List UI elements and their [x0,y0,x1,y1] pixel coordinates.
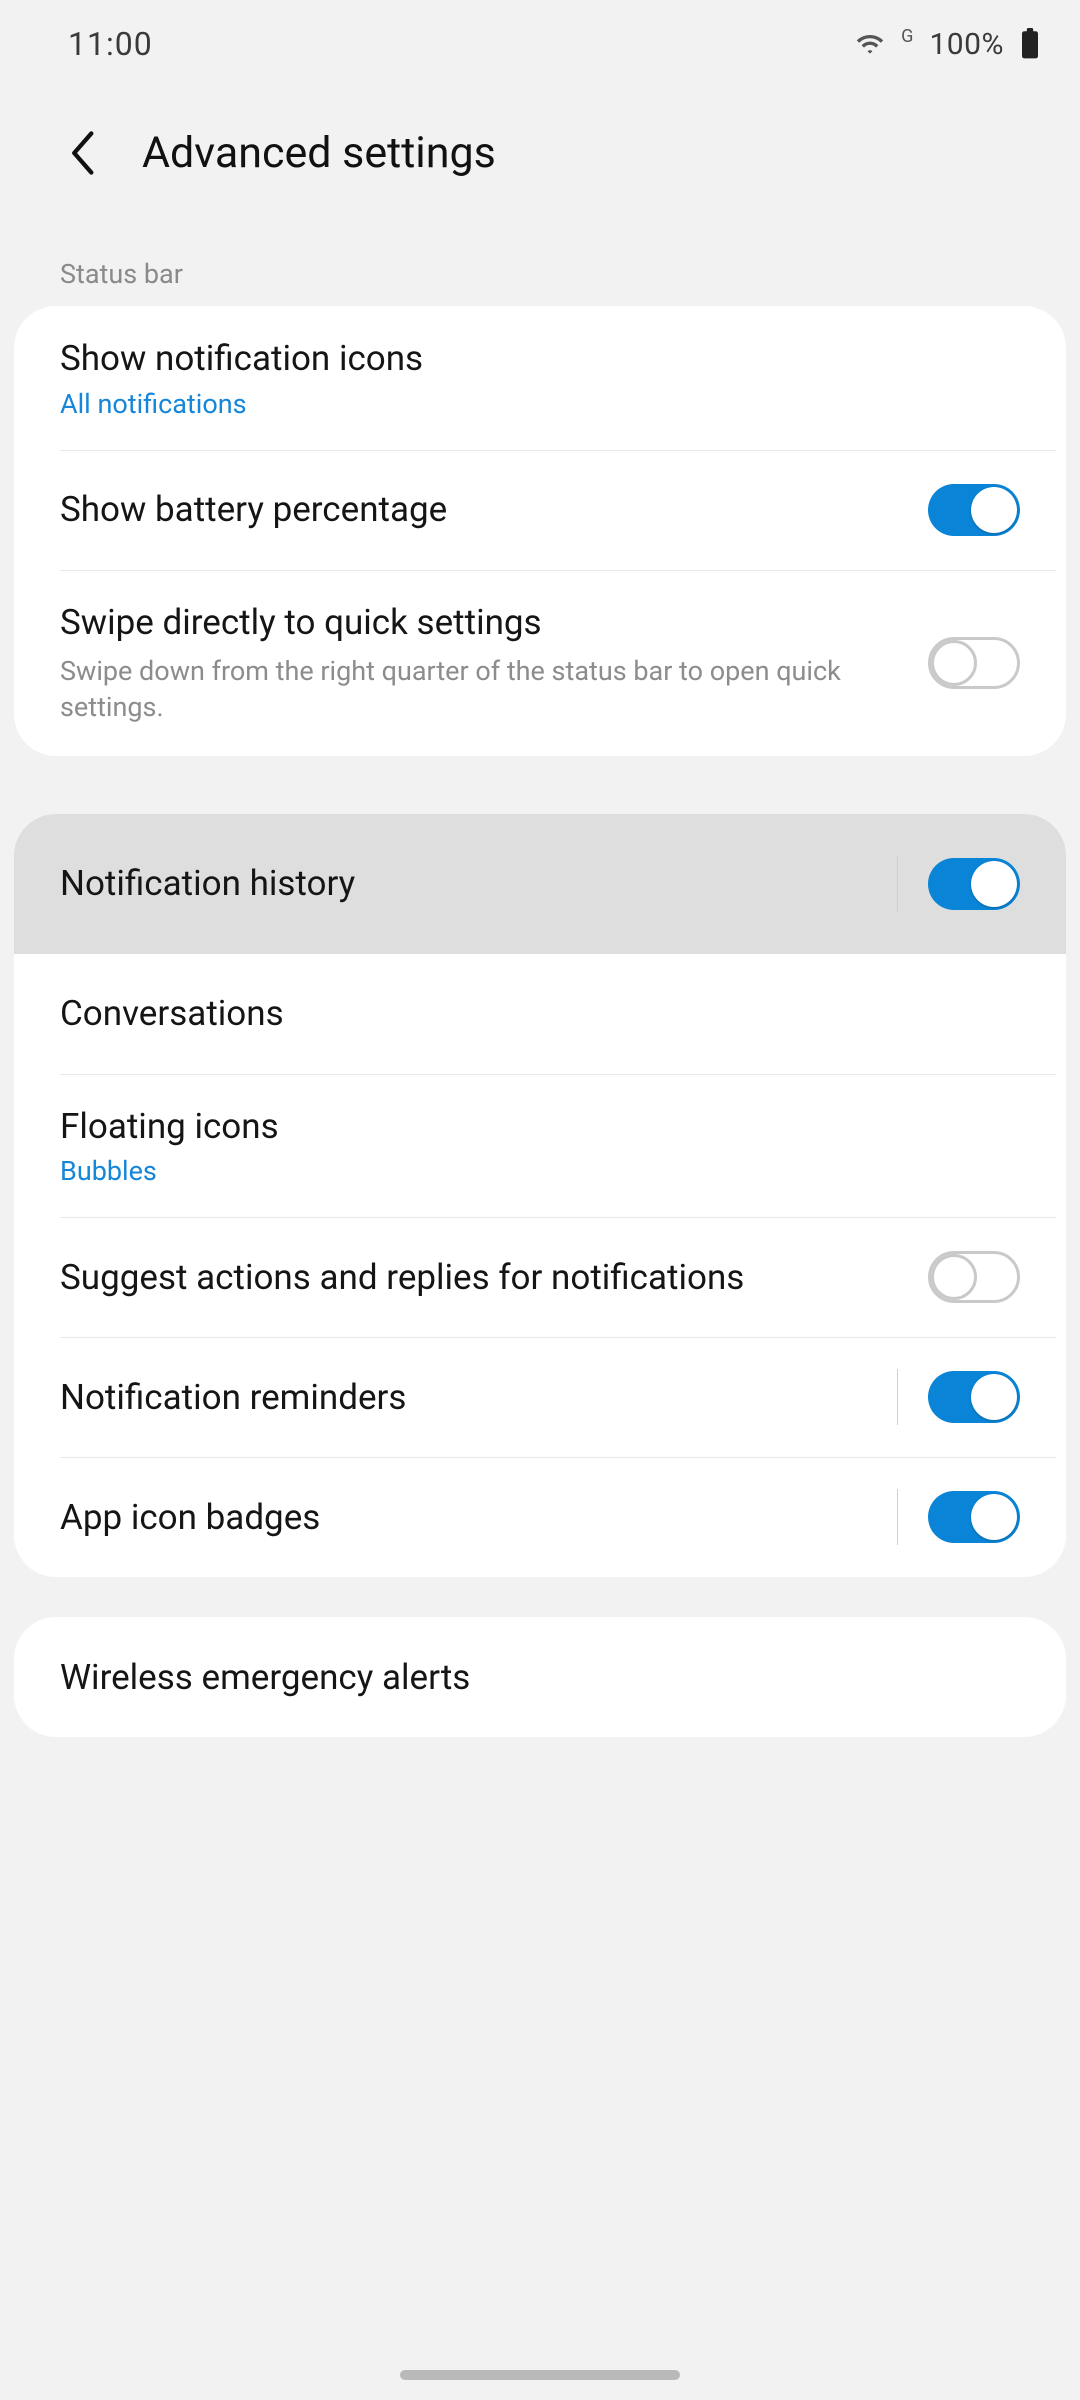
row-title: Conversations [60,991,1000,1037]
row-title: App icon badges [60,1495,867,1541]
row-swipe-quick-settings[interactable]: Swipe directly to quick settings Swipe d… [14,570,1066,756]
row-notification-history[interactable]: Notification history [14,814,1066,954]
card-notifications-highlight: Notification history [14,814,1066,954]
row-description: Swipe down from the right quarter of the… [60,653,908,726]
toggle-notification-reminders[interactable] [928,1371,1020,1423]
toggle-suggest-actions[interactable] [928,1251,1020,1303]
status-bar: 11:00 G 100% [0,0,1080,88]
row-app-icon-badges[interactable]: App icon badges [14,1457,1066,1577]
row-title: Notification history [60,861,867,907]
row-title: Show battery percentage [60,487,908,533]
row-show-battery-percentage[interactable]: Show battery percentage [14,450,1066,570]
row-title: Show notification icons [60,336,1000,382]
card-emergency: Wireless emergency alerts [14,1617,1066,1737]
row-title: Floating icons [60,1104,1000,1150]
page-title: Advanced settings [142,128,496,178]
battery-icon [1020,28,1040,60]
gesture-nav-handle[interactable] [400,2370,680,2380]
battery-percentage-text: 100% [929,27,1004,62]
toggle-app-icon-badges[interactable] [928,1491,1020,1543]
row-subtitle: All notifications [60,388,1000,420]
vertical-separator [897,1489,898,1545]
toggle-show-battery-percentage[interactable] [928,484,1020,536]
row-notification-reminders[interactable]: Notification reminders [14,1337,1066,1457]
row-show-notification-icons[interactable]: Show notification icons All notification… [14,306,1066,450]
row-floating-icons[interactable]: Floating icons Bubbles [14,1074,1066,1218]
card-status-bar: Show notification icons All notification… [14,306,1066,756]
section-label-status-bar: Status bar [0,218,1080,306]
row-title: Wireless emergency alerts [60,1655,1000,1701]
row-title: Suggest actions and replies for notifica… [60,1255,908,1301]
toggle-swipe-quick-settings[interactable] [928,637,1020,689]
toggle-notification-history[interactable] [928,858,1020,910]
card-notifications: Conversations Floating icons Bubbles Sug… [14,954,1066,1578]
row-suggest-actions[interactable]: Suggest actions and replies for notifica… [14,1217,1066,1337]
status-time: 11:00 [40,25,153,63]
back-button[interactable] [56,125,112,181]
row-title: Notification reminders [60,1375,867,1421]
chevron-left-icon [69,131,99,175]
status-right: G 100% [855,27,1040,62]
vertical-separator [897,1369,898,1425]
vertical-separator [897,856,898,912]
network-type-icon: G [901,26,913,47]
row-title: Swipe directly to quick settings [60,600,908,646]
settings-scroll[interactable]: Status bar Show notification icons All n… [0,218,1080,1737]
row-wireless-emergency-alerts[interactable]: Wireless emergency alerts [14,1617,1066,1737]
page-header: Advanced settings [0,88,1080,218]
wifi-icon [855,32,885,56]
row-conversations[interactable]: Conversations [14,954,1066,1074]
row-subtitle: Bubbles [60,1155,1000,1187]
